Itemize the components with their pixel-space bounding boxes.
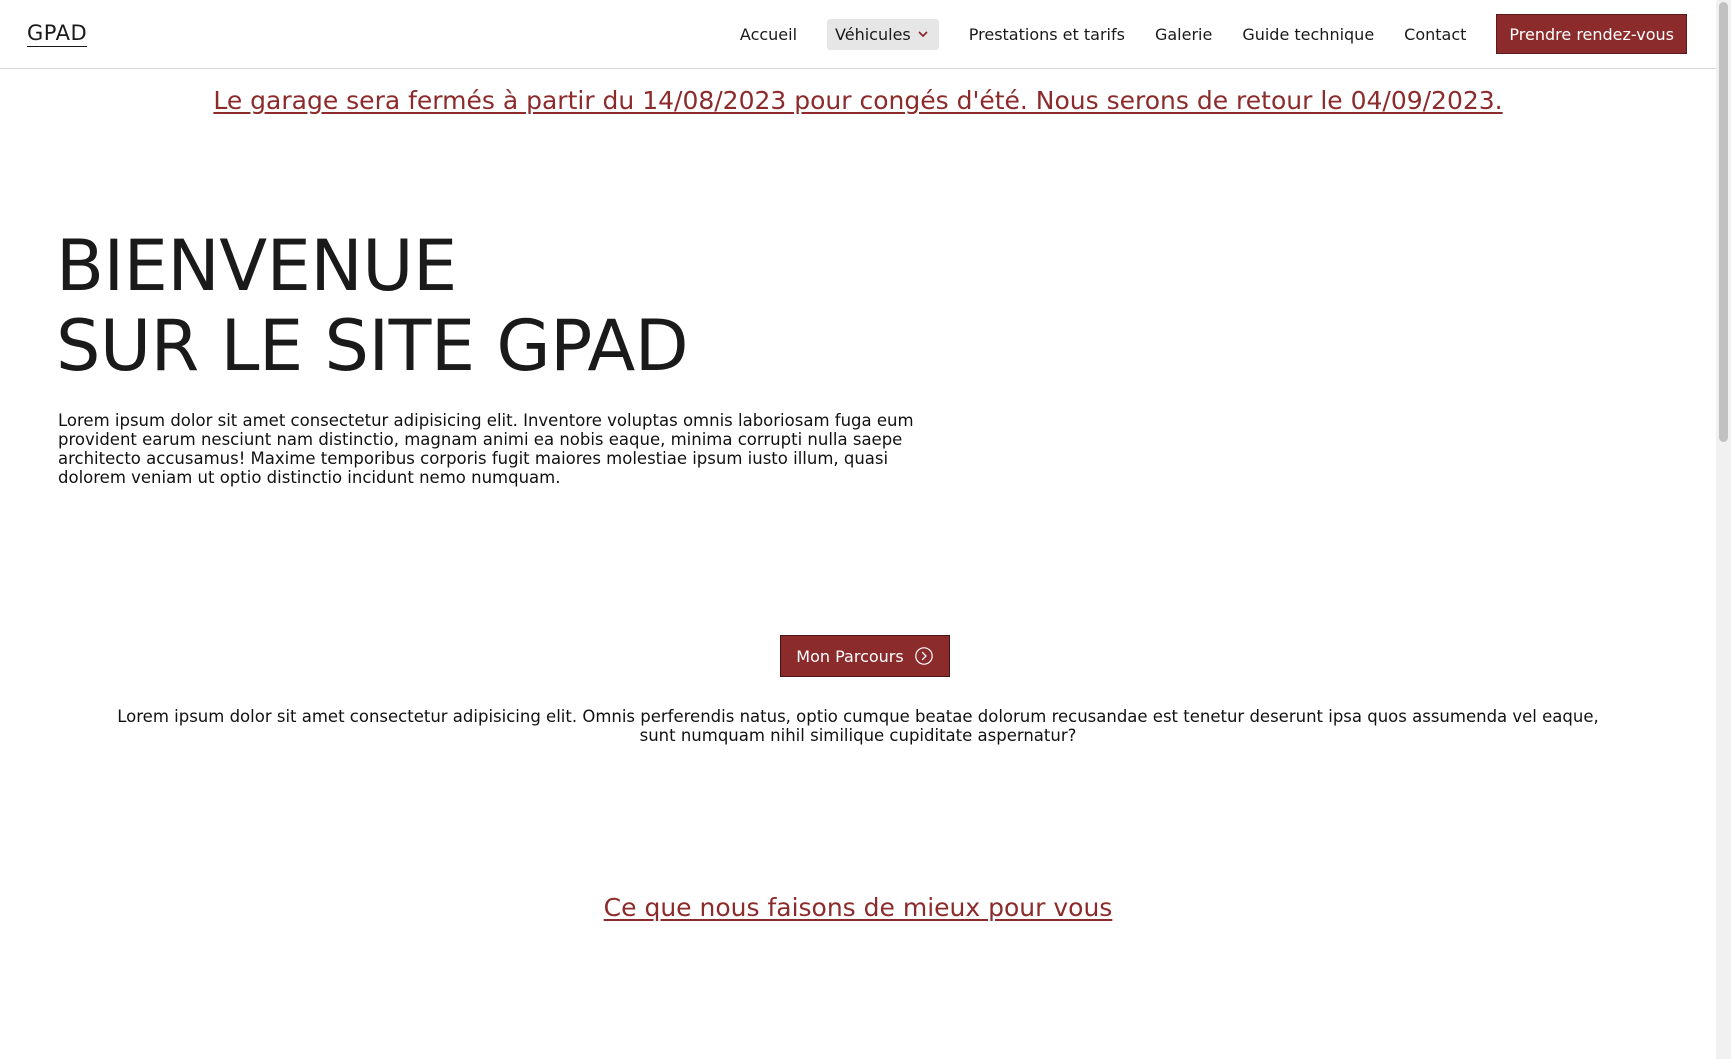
mon-parcours-label: Mon Parcours xyxy=(796,646,904,666)
hero-title: BIENVENUE SUR LE SITE GPAD xyxy=(56,225,689,387)
nav-item-vehicules-label: Véhicules xyxy=(835,24,911,44)
site-logo[interactable]: GPAD xyxy=(27,22,88,47)
nav-item-contact[interactable]: Contact xyxy=(1404,25,1466,44)
intro-paragraph-text: Lorem ipsum dolor sit amet consectetur a… xyxy=(117,707,1599,745)
chevron-down-icon xyxy=(918,31,928,37)
vertical-scrollbar[interactable] xyxy=(1716,0,1731,1059)
page: GPAD Accueil Véhicules Prestations et ta… xyxy=(0,0,1731,1059)
nav-item-vehicules[interactable]: Véhicules xyxy=(827,18,939,50)
scrollbar-thumb[interactable] xyxy=(1719,2,1728,442)
hero-title-line-2: SUR LE SITE GPAD xyxy=(56,305,689,387)
site-header: GPAD Accueil Véhicules Prestations et ta… xyxy=(0,0,1716,69)
closure-notice-link[interactable]: Le garage sera fermés à partir du 14/08/… xyxy=(0,86,1716,115)
intro-paragraph: Lorem ipsum dolor sit amet consectetur a… xyxy=(0,707,1716,745)
mon-parcours-button[interactable]: Mon Parcours xyxy=(780,635,950,677)
hero-title-line-1: BIENVENUE xyxy=(56,225,457,307)
circle-arrow-right-icon xyxy=(914,647,933,665)
book-appointment-button[interactable]: Prendre rendez-vous xyxy=(1496,14,1687,54)
nav-item-accueil[interactable]: Accueil xyxy=(740,25,797,44)
nav-item-galerie[interactable]: Galerie xyxy=(1155,25,1212,44)
services-section-title[interactable]: Ce que nous faisons de mieux pour vous xyxy=(0,893,1716,922)
hero-description: Lorem ipsum dolor sit amet consectetur a… xyxy=(58,411,914,487)
main-nav: Accueil Véhicules Prestations et tarifs … xyxy=(710,0,1687,68)
nav-item-guide-technique[interactable]: Guide technique xyxy=(1242,25,1374,44)
nav-item-prestations[interactable]: Prestations et tarifs xyxy=(969,25,1125,44)
